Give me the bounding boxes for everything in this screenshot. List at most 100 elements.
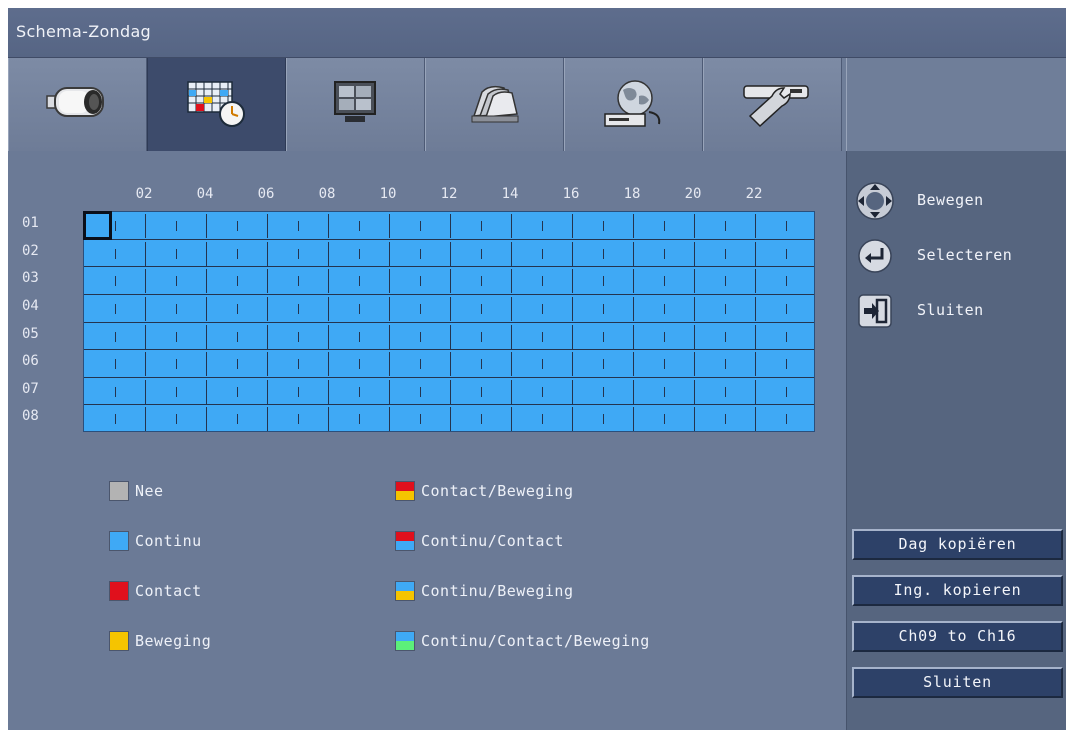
hour-tick: [481, 221, 482, 231]
channel-label: 05: [22, 325, 39, 342]
hour-tick: [694, 324, 695, 349]
hour-tick: [145, 324, 146, 349]
row-divider: [84, 293, 814, 295]
legend-label: Contact/Beweging: [421, 482, 574, 500]
hour-tick: [359, 359, 360, 370]
hour-tick: [328, 214, 329, 238]
key-hint-label: Selecteren: [917, 246, 1013, 264]
hour-tick: [786, 359, 787, 370]
hour-tick: [359, 303, 360, 314]
hour-tick: [633, 379, 634, 404]
hour-tick: [542, 303, 543, 314]
hour-tick: [664, 331, 665, 342]
hour-tick: [481, 359, 482, 370]
hour-tick: [145, 214, 146, 238]
hour-tick: [450, 324, 451, 349]
hour-tick: [694, 407, 695, 432]
hour-tick: [176, 303, 177, 314]
hour-tick: [237, 414, 238, 425]
legend-label: Continu: [135, 532, 202, 550]
legend-swatch: [395, 481, 415, 501]
grid-cursor[interactable]: [83, 211, 112, 240]
tab-camera[interactable]: [8, 58, 147, 151]
hour-tick: [115, 248, 116, 259]
hour-tick: [511, 407, 512, 432]
hour-tick: [267, 296, 268, 321]
row-divider: [84, 404, 814, 406]
hour-tick: [572, 241, 573, 266]
hour-tick: [389, 269, 390, 294]
channel-range-button[interactable]: Ch09 to Ch16: [852, 621, 1063, 652]
hour-tick: [633, 269, 634, 294]
hour-tick: [389, 379, 390, 404]
hour-tick: [237, 386, 238, 397]
hour-tick: [694, 296, 695, 321]
row-divider: [84, 349, 814, 351]
hour-tick: [420, 386, 421, 397]
tab-monitor[interactable]: [286, 58, 425, 151]
hour-tick: [267, 269, 268, 294]
hour-tick: [176, 331, 177, 342]
hour-tick: [725, 221, 726, 231]
hour-tick: [267, 352, 268, 377]
hour-tick: [603, 414, 604, 425]
hour-tick: [572, 407, 573, 432]
legend-label: Continu/Contact/Beweging: [421, 632, 650, 650]
camera-icon: [46, 87, 104, 117]
menu-tab-bar: [8, 58, 1066, 151]
tab-storage[interactable]: [425, 58, 564, 151]
hour-tick: [725, 359, 726, 370]
hour-tick: [664, 359, 665, 370]
hour-tick: [115, 276, 116, 287]
schedule-grid[interactable]: [83, 211, 815, 432]
tab-tools[interactable]: [703, 58, 842, 151]
hour-tick: [725, 331, 726, 342]
hour-tick: [694, 214, 695, 238]
hour-tick: [603, 386, 604, 397]
row-divider: [84, 376, 814, 378]
hour-tick: [145, 296, 146, 321]
hour-tick: [511, 296, 512, 321]
hour-tick: [725, 303, 726, 314]
tab-schedule[interactable]: [147, 58, 286, 151]
window-title: Schema-Zondag: [16, 22, 152, 41]
hour-tick: [359, 386, 360, 397]
hour-tick: [115, 303, 116, 314]
hour-tick: [572, 379, 573, 404]
hour-tick: [572, 296, 573, 321]
hour-tick: [328, 241, 329, 266]
hour-tick: [755, 407, 756, 432]
hour-tick: [603, 359, 604, 370]
legend-label: Contact: [135, 582, 202, 600]
network-globe-icon: [604, 80, 661, 127]
close-button[interactable]: Sluiten: [852, 667, 1063, 698]
hour-tick: [664, 221, 665, 231]
tab-network[interactable]: [564, 58, 703, 151]
channel-label: 01: [22, 215, 39, 231]
hour-tick: [450, 269, 451, 294]
hour-tick: [603, 248, 604, 259]
hour-tick: [664, 276, 665, 287]
hour-tick: [511, 379, 512, 404]
hour-tick: [664, 414, 665, 425]
hour-tick: [633, 407, 634, 432]
hour-tick: [328, 379, 329, 404]
hour-tick: [176, 414, 177, 425]
hour-label: 02: [135, 186, 153, 202]
hour-tick: [420, 248, 421, 259]
copy-settings-button[interactable]: Ing. kopieren: [852, 575, 1063, 606]
hour-tick: [511, 241, 512, 266]
hour-tick: [145, 352, 146, 377]
copy-day-button[interactable]: Dag kopiëren: [852, 529, 1063, 560]
legend-swatch: [109, 631, 129, 651]
hour-tick: [359, 276, 360, 287]
hour-tick: [755, 379, 756, 404]
hour-tick: [603, 331, 604, 342]
hour-tick: [237, 359, 238, 370]
monitor-icon: [334, 81, 376, 122]
hour-tick: [267, 241, 268, 266]
hour-tick: [755, 269, 756, 294]
hour-tick: [115, 386, 116, 397]
hour-tick: [176, 276, 177, 287]
legend-swatch: [109, 481, 129, 501]
